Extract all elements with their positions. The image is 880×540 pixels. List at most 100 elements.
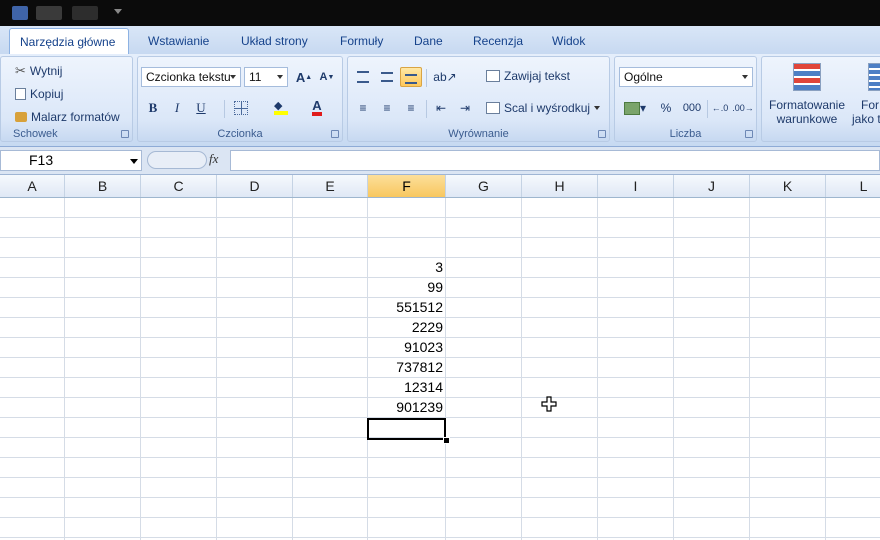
format-painter-button[interactable]: Malarz formatów xyxy=(15,110,120,124)
increase-indent-icon[interactable]: ⇥ xyxy=(454,98,476,118)
format-as-table-label-1: For xyxy=(861,98,879,112)
save-icon[interactable] xyxy=(12,6,28,20)
gridline-vertical xyxy=(597,198,598,540)
alignment-launcher-icon[interactable] xyxy=(598,130,606,138)
bold-button[interactable]: B xyxy=(142,98,164,118)
merge-center-icon xyxy=(486,102,500,114)
tab-home[interactable]: Narzędzia główne xyxy=(9,28,129,54)
font-size-dropdown[interactable]: 11 xyxy=(244,67,288,87)
tab-review[interactable]: Recenzja xyxy=(463,28,533,54)
expand-formula-icon[interactable] xyxy=(147,151,207,169)
cut-button[interactable]: ✂ Wytnij xyxy=(15,63,62,79)
cell-f9[interactable]: 91023 xyxy=(368,337,446,357)
italic-button[interactable]: I xyxy=(166,98,188,118)
column-header-f[interactable]: F xyxy=(368,175,446,197)
number-group: Ogólne ▾ % 000 ←.0 .00→ Liczba xyxy=(614,56,757,142)
decrease-decimal-icon[interactable]: .00→ xyxy=(732,98,754,118)
conditional-formatting-label-1: Formatowanie xyxy=(768,98,846,112)
active-cell[interactable] xyxy=(367,418,446,440)
tab-page-layout[interactable]: Układ strony xyxy=(231,28,318,54)
tab-view[interactable]: Widok xyxy=(542,28,595,54)
font-name-dropdown[interactable]: Czcionka tekstu xyxy=(141,67,241,87)
number-launcher-icon[interactable] xyxy=(745,130,753,138)
separator xyxy=(224,100,225,118)
name-box-value: F13 xyxy=(29,152,54,168)
number-format-dropdown[interactable]: Ogólne xyxy=(619,67,753,87)
conditional-formatting-button[interactable]: Formatowanie warunkowe xyxy=(766,61,848,131)
tab-insert[interactable]: Wstawianie xyxy=(138,28,219,54)
styles-group: Formatowanie warunkowe For jako t xyxy=(761,56,880,142)
fill-color-icon[interactable]: ◆ xyxy=(270,98,292,118)
tab-data[interactable]: Dane xyxy=(404,28,453,54)
number-format-value: Ogólne xyxy=(624,70,663,84)
clipboard-launcher-icon[interactable] xyxy=(121,130,129,138)
customize-qat-icon[interactable] xyxy=(114,9,122,14)
conditional-formatting-label-2: warunkowe xyxy=(776,112,838,126)
align-center-icon[interactable]: ≡ xyxy=(376,98,398,118)
fill-handle[interactable] xyxy=(443,437,450,444)
align-left-icon[interactable]: ≡ xyxy=(352,98,374,118)
cell-f11[interactable]: 12314 xyxy=(368,377,446,397)
cell-f7[interactable]: 551512 xyxy=(368,297,446,317)
insert-function-icon[interactable]: fx xyxy=(209,151,218,167)
cell-f8[interactable]: 2229 xyxy=(368,317,446,337)
format-as-table-button[interactable]: For jako t xyxy=(850,61,880,131)
borders-icon[interactable] xyxy=(230,98,252,118)
grow-font-button[interactable]: A ▲ xyxy=(293,67,315,87)
name-box[interactable]: F13 xyxy=(0,150,142,171)
cell-f5[interactable]: 3 xyxy=(368,257,446,277)
gridline-vertical xyxy=(216,198,217,540)
spreadsheet-grid[interactable]: 3 99 551512 2229 91023 737812 12314 901239 xyxy=(0,198,880,540)
column-header-e[interactable]: E xyxy=(293,175,368,197)
orientation-icon[interactable]: ab↗ xyxy=(430,67,460,87)
tab-formulas[interactable]: Formuły xyxy=(330,28,393,54)
align-bottom-icon[interactable] xyxy=(400,67,422,87)
column-header-b[interactable]: B xyxy=(65,175,141,197)
underline-button[interactable]: U xyxy=(190,98,212,118)
decrease-indent-icon[interactable]: ⇤ xyxy=(430,98,452,118)
column-header-c[interactable]: C xyxy=(141,175,217,197)
format-as-table-label-2: jako t xyxy=(852,112,880,126)
cell-f10[interactable]: 737812 xyxy=(368,357,446,377)
column-header-g[interactable]: G xyxy=(446,175,522,197)
chevron-down-icon xyxy=(277,75,283,79)
format-as-table-icon xyxy=(868,63,880,91)
merge-center-button[interactable]: Scal i wyśrodkuj xyxy=(486,101,601,115)
gridline-vertical xyxy=(292,198,293,540)
align-middle-icon[interactable] xyxy=(376,67,398,87)
font-size-value: 11 xyxy=(249,70,262,84)
wrap-text-button[interactable]: Zawijaj tekst xyxy=(486,69,570,83)
alignment-group: ab↗ ≡ ≡ ≡ ⇤ ⇥ Zawijaj tekst Scal i wyśro… xyxy=(347,56,610,142)
shrink-font-button[interactable]: A ▼ xyxy=(316,67,338,87)
currency-format-icon[interactable]: ▾ xyxy=(619,98,651,118)
redo-icon[interactable] xyxy=(72,6,98,20)
column-header-h[interactable]: H xyxy=(522,175,598,197)
align-right-icon[interactable]: ≡ xyxy=(400,98,422,118)
gridline-horizontal xyxy=(0,497,880,498)
percent-button[interactable]: % xyxy=(655,98,677,118)
font-color-icon[interactable]: A xyxy=(306,98,328,118)
column-header-a[interactable]: A xyxy=(0,175,65,197)
conditional-formatting-icon xyxy=(793,63,821,91)
formula-tools: fx xyxy=(147,150,229,171)
align-top-icon[interactable] xyxy=(352,67,374,87)
chevron-down-icon[interactable] xyxy=(130,159,138,164)
cell-f6[interactable]: 99 xyxy=(368,277,446,297)
separator xyxy=(707,100,708,118)
separator xyxy=(426,100,427,118)
column-header-d[interactable]: D xyxy=(217,175,293,197)
undo-icon[interactable] xyxy=(36,6,62,20)
cell-f12[interactable]: 901239 xyxy=(368,397,446,417)
gridline-vertical xyxy=(64,198,65,540)
gridline-horizontal xyxy=(0,237,880,238)
column-header-j[interactable]: J xyxy=(674,175,750,197)
column-header-l[interactable]: L xyxy=(826,175,880,197)
column-header-i[interactable]: I xyxy=(598,175,674,197)
thousands-separator-button[interactable]: 000 xyxy=(679,98,705,118)
formula-input[interactable] xyxy=(230,150,880,171)
chevron-down-icon xyxy=(230,75,236,79)
column-header-k[interactable]: K xyxy=(750,175,826,197)
increase-decimal-icon[interactable]: ←.0 xyxy=(709,98,731,118)
font-launcher-icon[interactable] xyxy=(331,130,339,138)
copy-button[interactable]: Kopiuj xyxy=(15,87,63,101)
